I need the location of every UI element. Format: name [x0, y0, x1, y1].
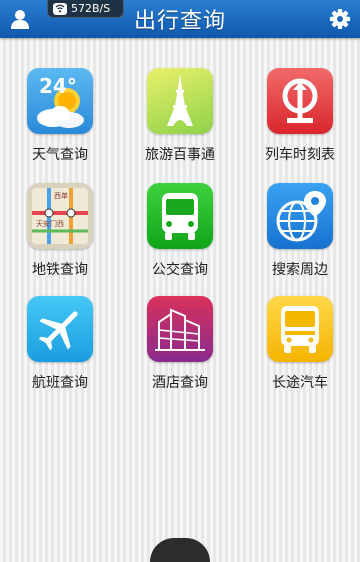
tile-label-subway: 地铁查询: [32, 262, 88, 278]
subway-map-text-2: 天安门西: [36, 220, 64, 228]
tile-label-train: 列车时刻表: [265, 147, 335, 163]
tile-hotel[interactable]: 酒店查询: [125, 296, 235, 396]
page-title: 出行查询: [133, 9, 226, 34]
tile-label-travel: 旅游百事通: [145, 147, 215, 163]
weather-temp: 24°: [39, 74, 77, 98]
hotel-building-icon: [147, 296, 213, 362]
tile-label-coach: 长途汽车: [272, 375, 328, 391]
tile-train[interactable]: 列车时刻表: [245, 68, 355, 168]
subway-map-text-1: 西单: [54, 192, 68, 200]
bottom-handle[interactable]: [150, 538, 210, 562]
tile-bus[interactable]: 公交查询: [125, 183, 235, 283]
railway-logo-icon: [267, 68, 333, 134]
coach-bus-icon: [267, 296, 333, 362]
tile-coach[interactable]: 长途汽车: [245, 296, 355, 396]
tile-label-bus: 公交查询: [152, 262, 208, 278]
tile-label-flight: 航班查询: [32, 375, 88, 391]
gear-icon: [330, 9, 350, 29]
tile-label-weather: 天气查询: [32, 147, 88, 163]
tile-flight[interactable]: 航班查询: [5, 296, 115, 396]
eiffel-tower-icon: [147, 68, 213, 134]
tile-weather[interactable]: 24° 天气查询: [5, 68, 115, 168]
tile-subway[interactable]: 西单 天安门西 地铁查询: [5, 183, 115, 283]
tile-label-hotel: 酒店查询: [152, 375, 208, 391]
tile-nearby[interactable]: 搜索周边: [245, 183, 355, 283]
airplane-icon: [27, 296, 93, 362]
bus-icon: [147, 183, 213, 249]
settings-button[interactable]: [320, 0, 360, 38]
tile-travel[interactable]: 旅游百事通: [125, 68, 235, 168]
weather-icon: 24°: [27, 68, 93, 134]
tile-label-nearby: 搜索周边: [272, 262, 328, 278]
subway-map-icon: 西单 天安门西: [27, 183, 93, 249]
app-header: 572B/S 出行查询: [0, 0, 360, 38]
globe-location-icon: [267, 183, 333, 249]
